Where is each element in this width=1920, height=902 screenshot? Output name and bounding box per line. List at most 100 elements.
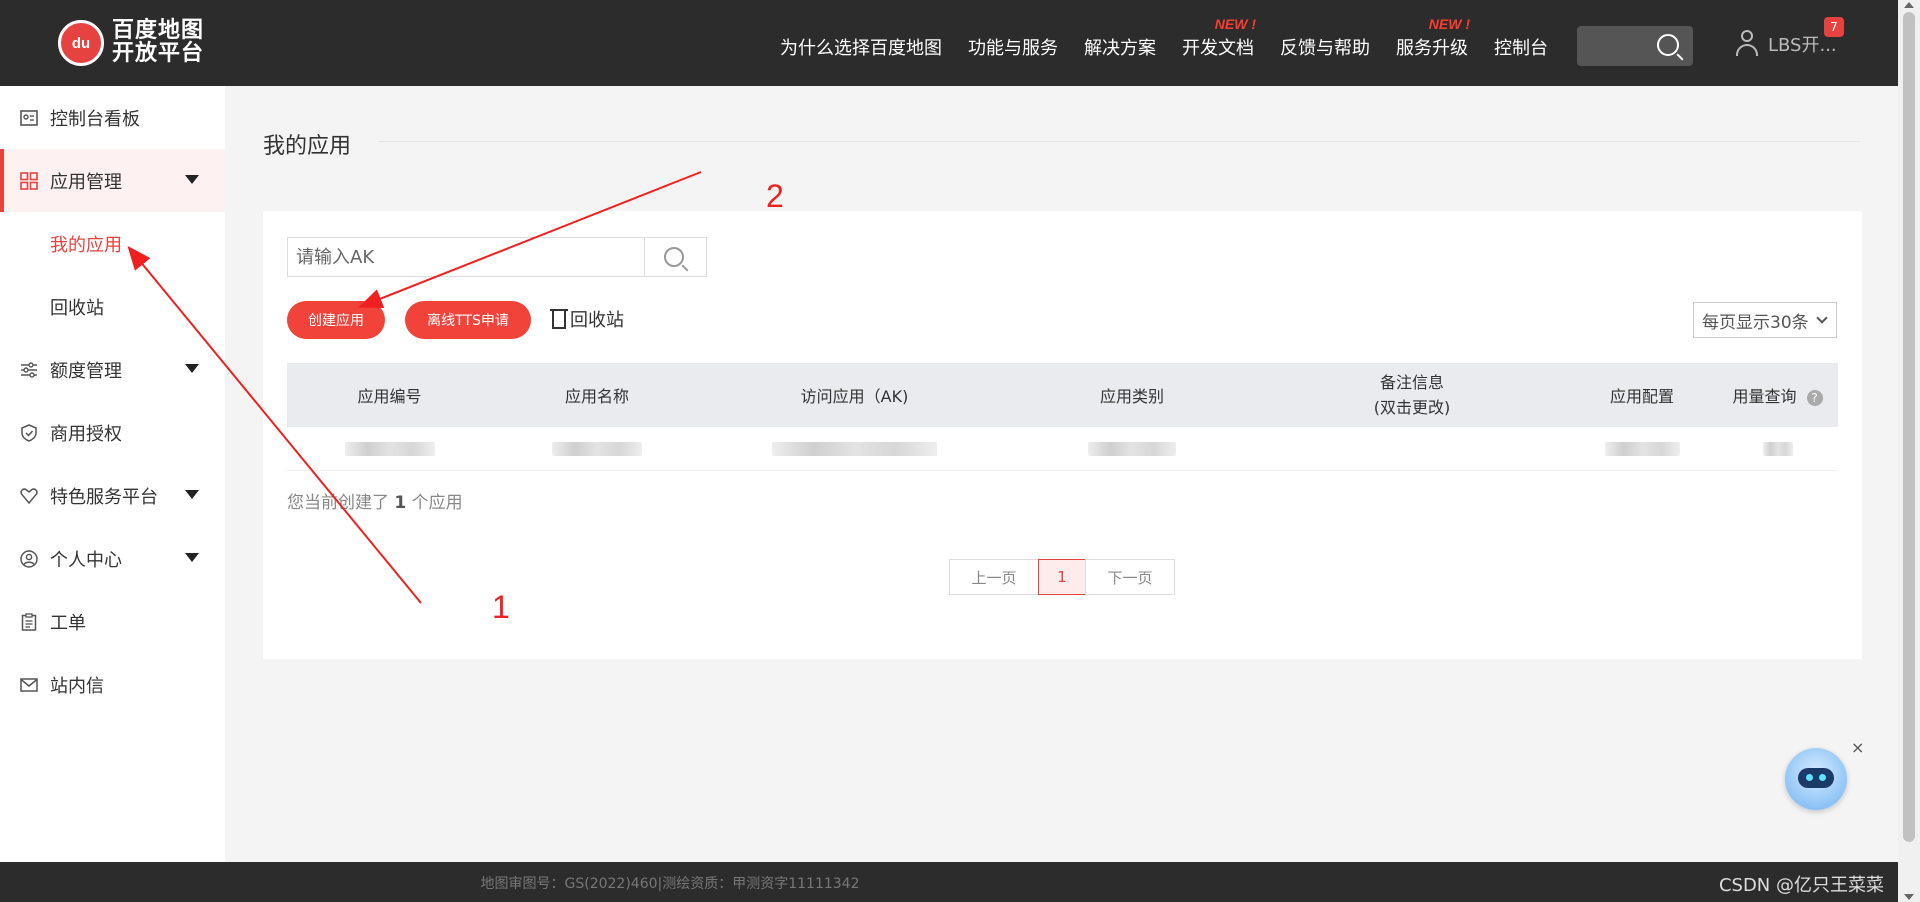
cell-app-name-redacted[interactable] xyxy=(492,441,702,456)
sidebar-item-label: 应用管理 xyxy=(50,171,122,193)
global-search-button[interactable] xyxy=(1577,26,1693,66)
ak-search-bar xyxy=(287,237,707,277)
page-title: 我的应用 xyxy=(263,134,352,159)
create-app-button[interactable]: 创建应用 xyxy=(287,301,385,339)
grid-icon xyxy=(20,171,38,190)
help-icon[interactable]: ? xyxy=(1806,390,1823,406)
count-value: 1 xyxy=(394,493,407,513)
col-ak: 访问应用（AK) xyxy=(800,387,909,406)
per-page-select[interactable]: 每页显示30条 xyxy=(1693,302,1837,338)
sidebar-item-tickets[interactable]: 工单 xyxy=(0,590,225,653)
main-nav: 为什么选择百度地图 功能与服务 解决方案 NEW ! 开发文档 反馈与帮助 NEW… xyxy=(780,16,1574,60)
nav-feedback[interactable]: 反馈与帮助 xyxy=(1280,34,1370,60)
caret-down-icon xyxy=(185,490,199,499)
notification-badge[interactable]: 7 xyxy=(1824,17,1844,37)
user-circle-icon xyxy=(20,549,38,568)
recycle-bin-link[interactable]: 回收站 xyxy=(550,306,624,332)
nav-label: 控制台 xyxy=(1494,38,1548,59)
offline-tts-button[interactable]: 离线TTS申请 xyxy=(405,301,531,339)
baidu-map-logo[interactable]: du 百度地图 开放平台 xyxy=(58,20,204,66)
sidebar-subitem-my-apps[interactable]: 我的应用 xyxy=(0,212,225,275)
col-app-type: 应用类别 xyxy=(1099,387,1164,406)
title-divider xyxy=(378,141,1860,142)
new-badge: NEW ! xyxy=(1214,16,1256,32)
per-page-value: 每页显示30条 xyxy=(1702,312,1809,333)
sidebar-item-label: 站内信 xyxy=(50,675,104,697)
table-header: 应用编号 应用名称 访问应用（AK) 应用类别 备注信息 (双击更改) 应用配置 … xyxy=(287,363,1838,427)
nav-console[interactable]: 控制台 xyxy=(1494,34,1548,60)
assistant-robot-icon[interactable] xyxy=(1785,748,1847,810)
nav-dev-docs[interactable]: NEW ! 开发文档 xyxy=(1182,16,1256,60)
scroll-up-icon[interactable] xyxy=(1904,2,1914,8)
sidebar-item-label: 工单 xyxy=(50,612,86,634)
user-icon xyxy=(1734,30,1760,58)
page-1-button[interactable]: 1 xyxy=(1038,559,1086,595)
cell-ak-redacted xyxy=(702,441,1007,456)
nav-upgrade[interactable]: NEW ! 服务升级 xyxy=(1396,16,1470,60)
nav-label: 功能与服务 xyxy=(968,38,1058,59)
cell-app-type-redacted xyxy=(1007,441,1257,456)
sidebar-item-messages[interactable]: 站内信 xyxy=(0,653,225,716)
ak-search-input[interactable] xyxy=(288,238,644,276)
caret-down-icon xyxy=(185,175,199,184)
sidebar-item-quota[interactable]: 额度管理 xyxy=(0,338,225,401)
sidebar-item-label: 控制台看板 xyxy=(50,108,140,130)
prev-page-button[interactable]: 上一页 xyxy=(949,559,1039,595)
nav-solutions[interactable]: 解决方案 xyxy=(1084,34,1156,60)
cell-app-config-redacted[interactable] xyxy=(1567,441,1717,456)
caret-down-icon xyxy=(185,553,199,562)
next-page-button[interactable]: 下一页 xyxy=(1085,559,1175,595)
sidebar-item-app-management[interactable]: 应用管理 xyxy=(0,149,225,212)
shield-check-icon xyxy=(20,423,38,442)
col-remarks-line2: (双击更改) xyxy=(1373,398,1451,417)
table-row xyxy=(287,427,1838,471)
search-icon xyxy=(1657,34,1679,56)
nav-label: 开发文档 xyxy=(1182,38,1254,59)
scroll-thumb[interactable] xyxy=(1903,12,1915,842)
sidebar-subitem-recycle-bin[interactable]: 回收站 xyxy=(0,275,225,338)
app-count-text: 您当前创建了 1 个应用 xyxy=(287,488,463,513)
sidebar-item-label: 商用授权 xyxy=(50,423,122,445)
trash-icon xyxy=(550,309,568,329)
vertical-scrollbar[interactable] xyxy=(1898,0,1920,902)
logo-badge: du xyxy=(58,20,104,66)
sliders-icon xyxy=(20,361,38,379)
col-remarks-line1: 备注信息 xyxy=(1379,373,1444,392)
sidebar-item-personal-center[interactable]: 个人中心 xyxy=(0,527,225,590)
ak-search-button[interactable] xyxy=(644,238,706,276)
col-usage: 用量查询? xyxy=(1717,383,1838,407)
logo-line-2: 开放平台 xyxy=(112,41,205,66)
mail-icon xyxy=(20,676,38,694)
nav-label: 为什么选择百度地图 xyxy=(780,38,942,59)
sidebar-item-featured-services[interactable]: 特色服务平台 xyxy=(0,464,225,527)
nav-why-baidu[interactable]: 为什么选择百度地图 xyxy=(780,34,942,60)
chevron-down-icon xyxy=(1816,312,1828,324)
top-navbar: du 百度地图 开放平台 为什么选择百度地图 功能与服务 解决方案 NEW ! 开… xyxy=(0,0,1898,86)
col-remarks: 备注信息 (双击更改) xyxy=(1257,370,1567,420)
sidebar: 控制台看板 应用管理 我的应用 回收站 额度管理 商用授权 特色服务平台 个人中… xyxy=(0,86,225,862)
close-icon[interactable]: × xyxy=(1851,738,1864,757)
cell-usage-redacted[interactable] xyxy=(1717,441,1838,456)
nav-label: 服务升级 xyxy=(1396,38,1468,59)
cell-app-id-redacted xyxy=(287,441,492,456)
user-menu[interactable]: LBS开... xyxy=(1734,30,1837,58)
sidebar-item-commercial-license[interactable]: 商用授权 xyxy=(0,401,225,464)
sidebar-item-label: 额度管理 xyxy=(50,360,122,382)
col-usage-label: 用量查询 xyxy=(1732,387,1797,406)
logo-line-1: 百度地图 xyxy=(112,18,205,43)
col-app-name: 应用名称 xyxy=(564,387,629,406)
search-icon xyxy=(664,247,684,267)
scroll-down-icon[interactable] xyxy=(1904,894,1914,900)
pagination: 上一页 1 下一页 xyxy=(949,559,1175,595)
heart-tag-icon xyxy=(20,487,38,505)
count-prefix: 您当前创建了 xyxy=(287,493,389,513)
sidebar-item-label: 特色服务平台 xyxy=(50,486,158,508)
logo-text: 百度地图 开放平台 xyxy=(112,20,204,66)
sidebar-item-dashboard[interactable]: 控制台看板 xyxy=(0,86,225,149)
nav-features[interactable]: 功能与服务 xyxy=(968,34,1058,60)
dashboard-icon xyxy=(20,109,38,127)
nav-label: 解决方案 xyxy=(1084,38,1156,59)
sidebar-item-label: 个人中心 xyxy=(50,549,122,571)
footer-icp: 地图审图号：GS(2022)460|测绘资质：甲测资字11111342 xyxy=(480,876,860,892)
annotation-label-1: 1 xyxy=(492,589,510,625)
